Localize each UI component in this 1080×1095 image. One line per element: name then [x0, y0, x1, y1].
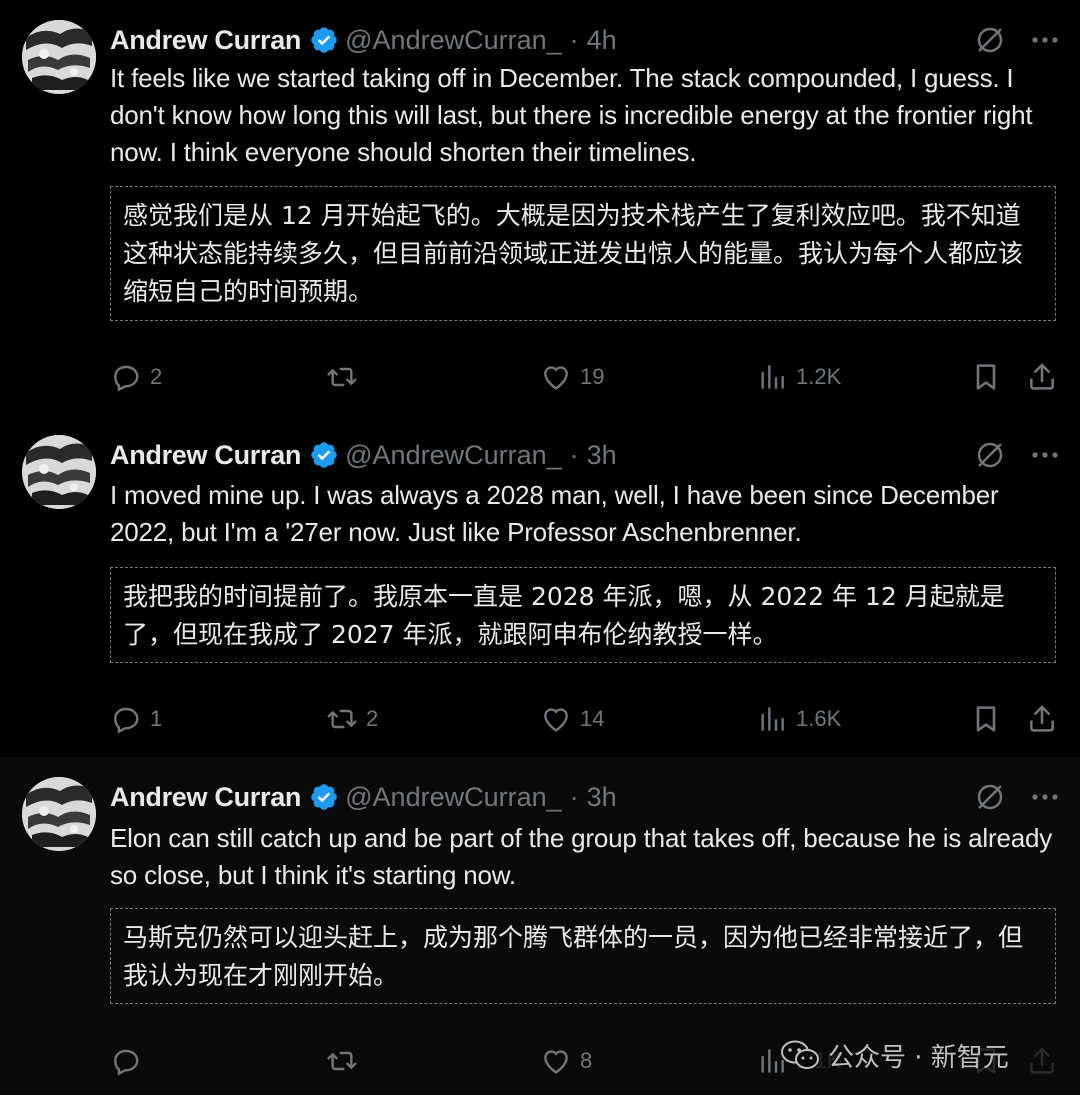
- grok-icon[interactable]: [974, 439, 1006, 471]
- tweet-text: Elon can still catch up and be part of t…: [110, 823, 1053, 890]
- tweet-header: Andrew Curran @AndrewCurran_ · 3h: [110, 435, 1060, 475]
- like-count: 19: [580, 364, 605, 389]
- tweet[interactable]: Andrew Curran @AndrewCurran_ · 3h I move…: [0, 415, 1080, 757]
- tweet-actions: 2 19 1.2K: [110, 357, 1060, 397]
- retweet-count: 2: [366, 706, 379, 731]
- verified-badge-icon: [309, 782, 339, 812]
- reply-button[interactable]: 1: [110, 699, 162, 739]
- bookmark-icon: [976, 364, 996, 390]
- retweet-icon: [327, 1051, 357, 1071]
- tweet[interactable]: Andrew Curran @AndrewCurran_ · 4h It fee…: [0, 0, 1080, 415]
- views-count: 1.6K: [796, 706, 842, 731]
- more-icon[interactable]: [1030, 35, 1060, 45]
- author-name[interactable]: Andrew Curran: [110, 440, 301, 471]
- avatar[interactable]: [22, 777, 96, 851]
- tweet-header: Andrew Curran @AndrewCurran_ · 3h: [110, 777, 1060, 817]
- views-count: 1.2K: [796, 364, 842, 389]
- author-handle[interactable]: @AndrewCurran_: [345, 440, 562, 471]
- timestamp[interactable]: 4h: [587, 25, 617, 56]
- views-button[interactable]: 1.2K: [756, 357, 841, 397]
- retweet-button[interactable]: 2: [326, 699, 378, 739]
- watermark: 公众号 · 新智元: [780, 1035, 1009, 1075]
- bookmark-icon: [976, 706, 996, 732]
- like-button[interactable]: 19: [540, 357, 604, 397]
- retweet-icon: [327, 367, 357, 387]
- tweet-text: I moved mine up. I was always a 2028 man…: [110, 480, 999, 547]
- timestamp[interactable]: 3h: [587, 782, 617, 813]
- share-button[interactable]: [1026, 699, 1058, 739]
- like-count: 14: [580, 706, 605, 731]
- like-icon: [544, 366, 568, 390]
- more-icon[interactable]: [1030, 792, 1060, 802]
- author-name[interactable]: Andrew Curran: [110, 782, 301, 813]
- separator: ·: [569, 24, 579, 55]
- avatar[interactable]: [22, 20, 96, 94]
- share-button[interactable]: [1026, 1041, 1058, 1081]
- bookmark-button[interactable]: [970, 699, 1002, 739]
- timestamp[interactable]: 3h: [587, 440, 617, 471]
- views-icon: [761, 707, 784, 731]
- retweet-icon: [327, 709, 357, 729]
- share-icon: [1030, 1047, 1054, 1074]
- bookmark-button[interactable]: [970, 357, 1002, 397]
- reply-button[interactable]: 2: [110, 357, 162, 397]
- like-button[interactable]: 8: [540, 1041, 592, 1081]
- grok-icon[interactable]: [974, 781, 1006, 813]
- avatar[interactable]: [22, 435, 96, 509]
- separator: ·: [569, 439, 579, 470]
- views-button[interactable]: 1.6K: [756, 699, 841, 739]
- reply-count: 1: [150, 706, 163, 731]
- translation-box: 我把我的时间提前了。我原本一直是 2028 年派，嗯，从 2022 年 12 月…: [110, 567, 1056, 663]
- reply-icon: [114, 1049, 139, 1076]
- share-icon: [1030, 705, 1054, 732]
- watermark-text: 公众号 · 新智元: [828, 1042, 1009, 1073]
- retweet-button[interactable]: [326, 357, 366, 397]
- like-count: 8: [580, 1048, 593, 1073]
- tweet-header: Andrew Curran @AndrewCurran_ · 4h: [110, 20, 1060, 60]
- retweet-button[interactable]: [326, 1041, 366, 1081]
- author-handle[interactable]: @AndrewCurran_: [345, 25, 562, 56]
- tweet-actions: 1 2 14 1.6K: [110, 699, 1060, 739]
- share-button[interactable]: [1026, 357, 1058, 397]
- views-icon: [761, 365, 784, 389]
- translation-box: 马斯克仍然可以迎头赶上，成为那个腾飞群体的一员，因为他已经非常接近了，但我认为现…: [110, 908, 1056, 1004]
- grok-icon[interactable]: [974, 24, 1006, 56]
- verified-badge-icon: [309, 440, 339, 470]
- verified-badge-icon: [309, 25, 339, 55]
- separator: ·: [569, 781, 579, 812]
- tweet-text: It feels like we started taking off in D…: [110, 63, 1033, 167]
- author-name[interactable]: Andrew Curran: [110, 25, 301, 56]
- reply-button[interactable]: [110, 1041, 150, 1081]
- translation-box: 感觉我们是从 12 月开始起飞的。大概是因为技术栈产生了复利效应吧。我不知道这种…: [110, 186, 1056, 321]
- like-icon: [544, 1050, 568, 1074]
- more-icon[interactable]: [1030, 450, 1060, 460]
- reply-icon: [114, 365, 139, 392]
- like-button[interactable]: 14: [540, 699, 604, 739]
- wechat-icon: [781, 1040, 819, 1069]
- author-handle[interactable]: @AndrewCurran_: [345, 782, 562, 813]
- like-icon: [544, 708, 568, 732]
- reply-icon: [114, 707, 139, 734]
- share-icon: [1030, 363, 1054, 390]
- reply-count: 2: [150, 364, 163, 389]
